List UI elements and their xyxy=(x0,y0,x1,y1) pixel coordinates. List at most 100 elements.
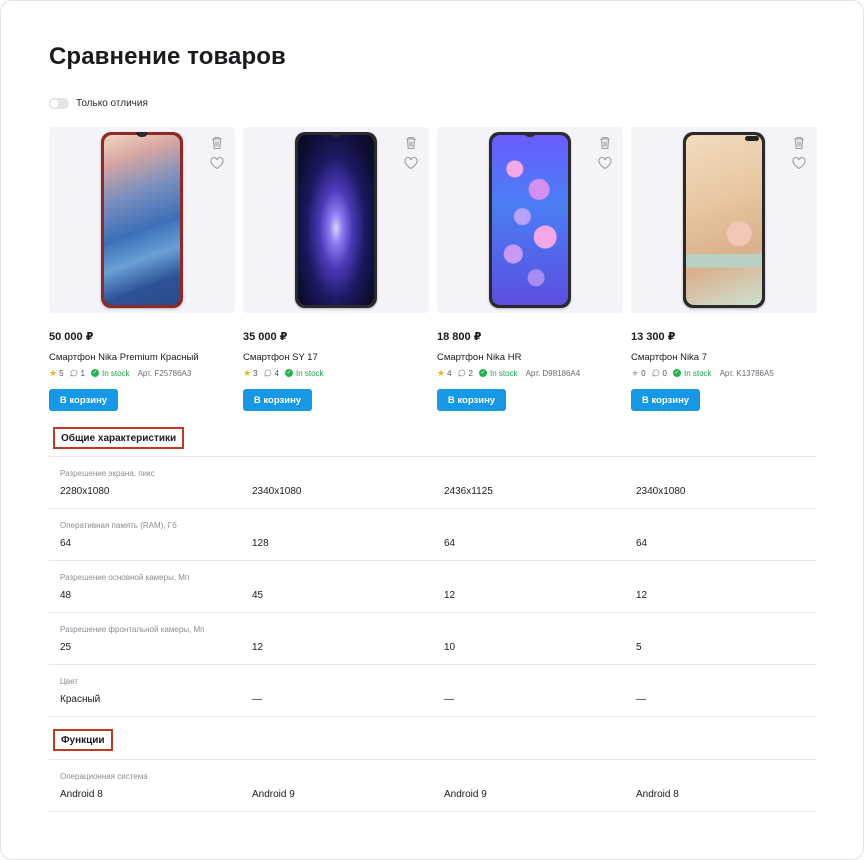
add-to-cart-button[interactable]: В корзину xyxy=(49,389,118,411)
product-name[interactable]: Смартфон Nika Premium Красный xyxy=(49,352,235,364)
remove-trash-icon[interactable] xyxy=(209,135,225,151)
stock-status: ✓ In stock xyxy=(284,368,324,378)
differences-toggle-label: Только отличия xyxy=(76,98,148,109)
favorite-heart-icon[interactable] xyxy=(403,155,419,171)
check-icon: ✓ xyxy=(90,369,99,377)
rating-value: 4 xyxy=(447,368,452,378)
spec-label: Операционная система xyxy=(60,772,148,781)
product-price: 18 800 ₽ xyxy=(437,331,482,343)
article-number: Арт. D98186A4 xyxy=(525,368,581,378)
spec-label: Разрешение основной камеры, Мп xyxy=(60,573,190,582)
comments-count: 2 xyxy=(468,368,473,378)
product-image[interactable] xyxy=(683,132,765,308)
product-image-box[interactable] xyxy=(437,127,623,313)
check-icon: ✓ xyxy=(672,369,681,377)
product-price: 35 000 ₽ xyxy=(243,331,288,343)
stock-status: ✓ In stock xyxy=(672,368,712,378)
product-card: 13 300 ₽ Смартфон Nika 7 ★ 0 0 ✓ In stoc… xyxy=(631,127,817,411)
spec-value: Красный xyxy=(60,694,101,705)
spec-value: 64 xyxy=(636,538,648,549)
page-title: Сравнение товаров xyxy=(49,43,286,70)
product-card: 35 000 ₽ Смартфон SY 17 ★ 3 4 ✓ In stock… xyxy=(243,127,429,411)
product-image-box[interactable] xyxy=(49,127,235,313)
product-meta: ★ 5 1 ✓ In stock Арт. F25786A3 xyxy=(49,367,235,379)
product-meta: ★ 3 4 ✓ In stock xyxy=(243,367,429,379)
spec-row: Операционная система Android 8 Android 9… xyxy=(49,759,817,811)
spec-value: 12 xyxy=(252,642,264,653)
spec-value: 10 xyxy=(444,642,456,653)
spec-label: Цвет xyxy=(60,677,78,686)
spec-row: Разрешение основной камеры, Мп 48 45 12 … xyxy=(49,560,817,612)
spec-label: Разрешение фронтальной камеры, Мп xyxy=(60,625,205,634)
spec-value: 2280x1080 xyxy=(60,486,110,497)
add-to-cart-button[interactable]: В корзину xyxy=(631,389,700,411)
stock-label: In stock xyxy=(683,368,712,378)
comments[interactable]: 1 xyxy=(70,369,85,378)
product-meta: ★ 4 2 ✓ In stock Арт. D98186A4 xyxy=(437,367,623,379)
add-to-cart-button[interactable]: В корзину xyxy=(243,389,312,411)
general-specs-table: Разрешение экрана, пикс 2280x1080 2340x1… xyxy=(49,456,817,717)
product-image-box[interactable] xyxy=(631,127,817,313)
product-name[interactable]: Смартфон Nika HR xyxy=(437,352,623,364)
functions-specs-table: Операционная система Android 8 Android 9… xyxy=(49,759,817,812)
favorite-heart-icon[interactable] xyxy=(791,155,807,171)
spec-value: 12 xyxy=(636,590,648,601)
spec-value: 2340x1080 xyxy=(252,486,302,497)
spec-value: — xyxy=(636,694,646,705)
star-icon: ★ xyxy=(243,367,252,378)
rating-value: 3 xyxy=(253,368,258,378)
product-card: 50 000 ₽ Смартфон Nika Premium Красный ★… xyxy=(49,127,235,411)
check-icon: ✓ xyxy=(284,369,293,377)
comments-count: 0 xyxy=(662,368,667,378)
product-image-box[interactable] xyxy=(243,127,429,313)
product-meta: ★ 0 0 ✓ In stock Арт. K13786A5 xyxy=(631,367,817,379)
product-image[interactable] xyxy=(295,132,377,308)
spec-value: — xyxy=(252,694,262,705)
stock-status: ✓ In stock xyxy=(90,369,130,378)
stock-label: In stock xyxy=(295,368,324,378)
spec-row: Оперативная память (RAM), Гб 64 128 64 6… xyxy=(49,508,817,560)
check-icon: ✓ xyxy=(478,369,487,377)
product-price: 50 000 ₽ xyxy=(49,331,94,343)
section-title-general: Общие характеристики xyxy=(53,427,185,449)
spec-label: Оперативная память (RAM), Гб xyxy=(60,521,177,530)
stock-status: ✓ In stock xyxy=(478,369,518,378)
product-cards: 50 000 ₽ Смартфон Nika Premium Красный ★… xyxy=(49,127,817,417)
spec-value: Android 9 xyxy=(444,789,487,800)
spec-value: Android 9 xyxy=(252,789,295,800)
star-icon: ★ xyxy=(49,367,58,378)
spec-value: 45 xyxy=(252,590,264,601)
rating-value: 5 xyxy=(59,368,64,378)
spec-value: 25 xyxy=(60,642,72,653)
spec-value: 5 xyxy=(636,642,642,653)
remove-trash-icon[interactable] xyxy=(791,135,807,151)
add-to-cart-button[interactable]: В корзину xyxy=(437,389,506,411)
product-card: 18 800 ₽ Смартфон Nika HR ★ 4 2 ✓ In sto… xyxy=(437,127,623,411)
comment-icon xyxy=(652,369,659,377)
product-name[interactable]: Смартфон Nika 7 xyxy=(631,352,817,364)
comments-count: 1 xyxy=(80,368,85,378)
comments[interactable]: 0 xyxy=(652,369,667,378)
comments-count: 4 xyxy=(274,368,279,378)
comments[interactable]: 4 xyxy=(264,369,279,378)
comments[interactable]: 2 xyxy=(458,369,473,378)
differences-toggle-row[interactable]: Только отличия xyxy=(49,98,148,109)
spec-value: 12 xyxy=(444,590,456,601)
product-image[interactable] xyxy=(101,132,183,308)
article-number: Арт. K13786A5 xyxy=(719,368,774,378)
product-image[interactable] xyxy=(489,132,571,308)
product-name[interactable]: Смартфон SY 17 xyxy=(243,352,429,364)
spec-value: Android 8 xyxy=(636,789,679,800)
remove-trash-icon[interactable] xyxy=(597,135,613,151)
comment-icon xyxy=(70,369,77,377)
favorite-heart-icon[interactable] xyxy=(209,155,225,171)
section-title-functions: Функции xyxy=(53,729,113,751)
remove-trash-icon[interactable] xyxy=(403,135,419,151)
favorite-heart-icon[interactable] xyxy=(597,155,613,171)
comment-icon xyxy=(458,369,465,377)
differences-toggle[interactable] xyxy=(49,98,69,109)
spec-value: 2340x1080 xyxy=(636,486,686,497)
spec-row: Разрешение фронтальной камеры, Мп 25 12 … xyxy=(49,612,817,664)
spec-row: Разрешение экрана, пикс 2280x1080 2340x1… xyxy=(49,456,817,508)
spec-value: 128 xyxy=(252,538,269,549)
